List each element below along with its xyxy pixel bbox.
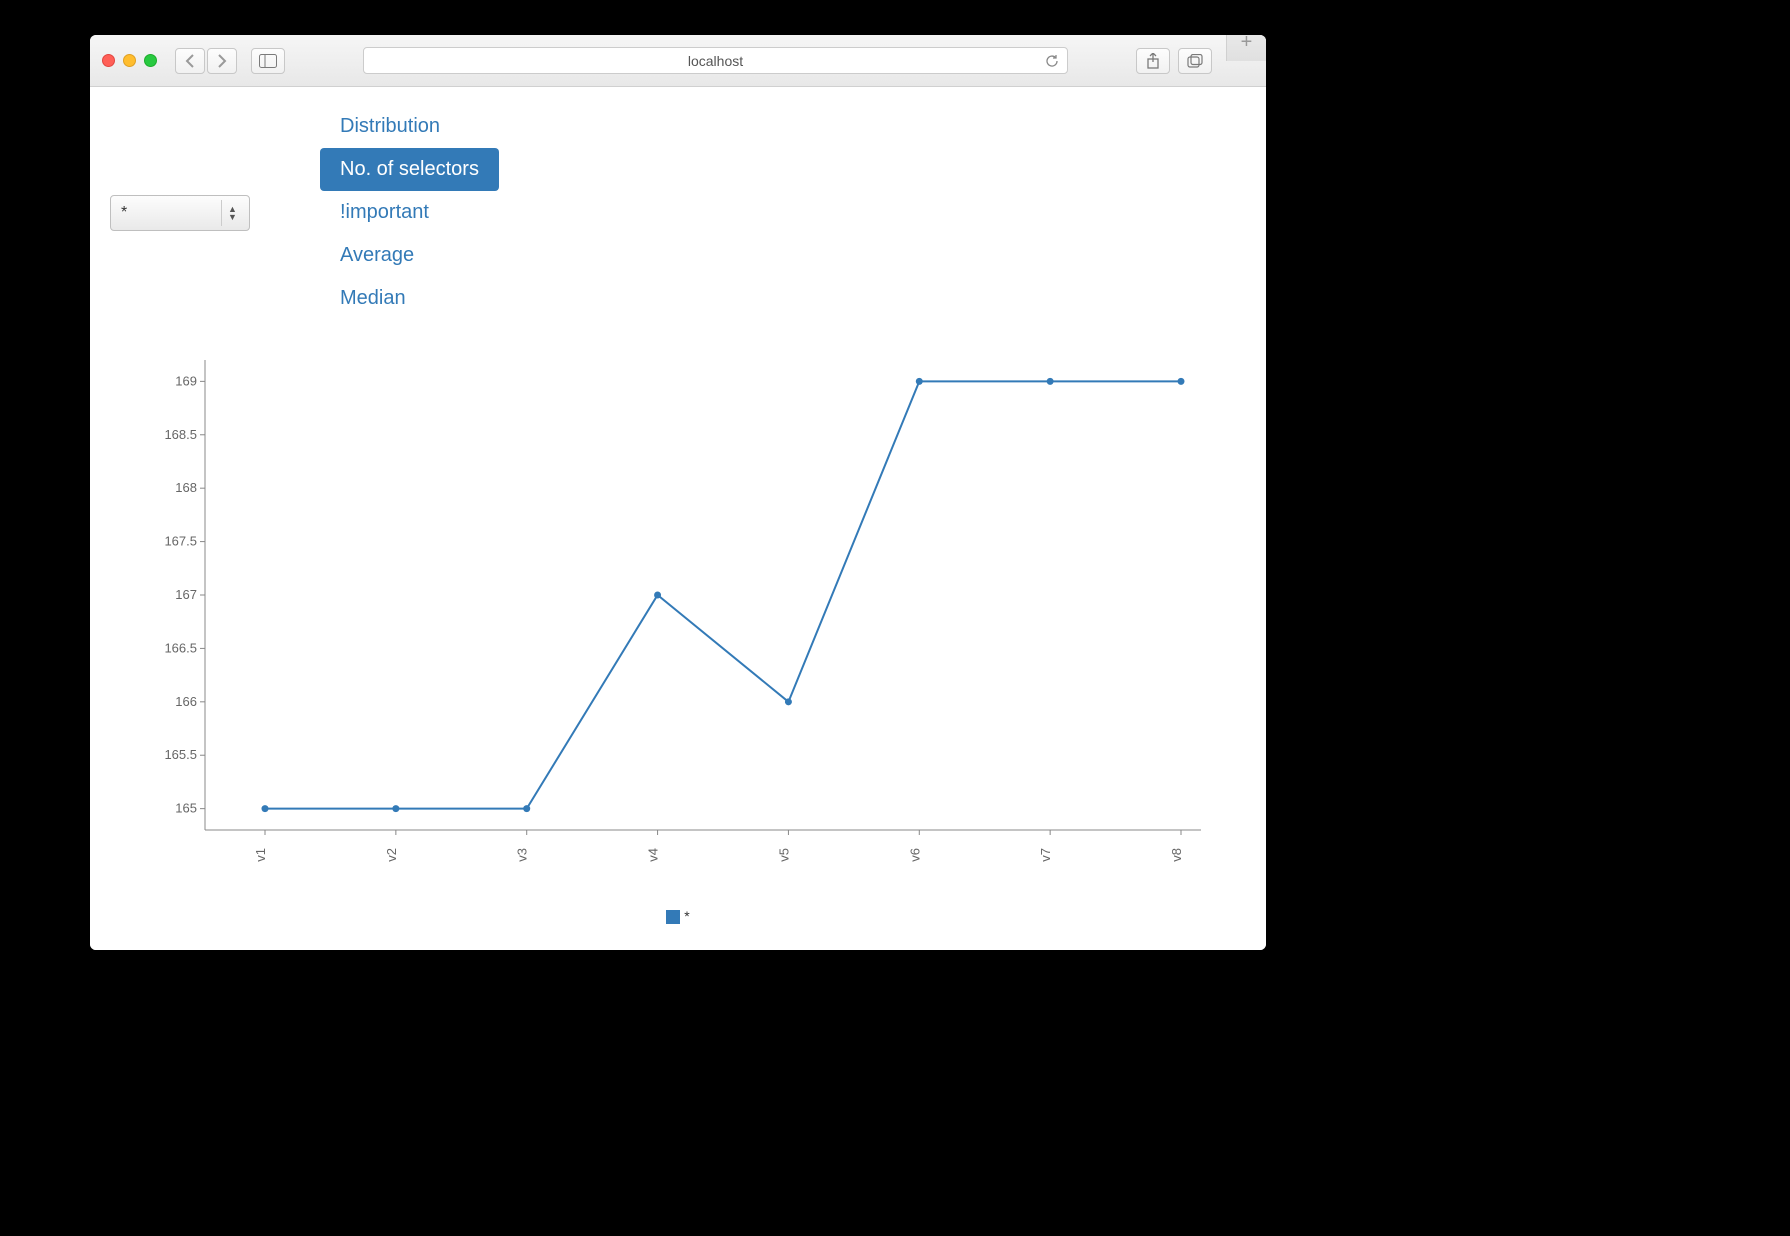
svg-text:v3: v3 [515,848,530,862]
svg-text:165: 165 [175,801,197,816]
reload-button[interactable] [1045,54,1059,68]
dropdown-caret-icon: ▲▼ [221,200,243,226]
tabs-icon [1187,54,1203,68]
sidebar-icon [259,54,277,68]
controls-bar: * ▲▼ DistributionNo. of selectors!import… [110,105,1246,320]
close-icon[interactable] [102,54,115,67]
chevron-right-icon [217,54,227,68]
back-button[interactable] [175,48,205,74]
tab-median[interactable]: Median [320,277,499,320]
tab-no-of-selectors[interactable]: No. of selectors [320,148,499,191]
nav-buttons [175,48,237,74]
toolbar-right [1136,48,1212,74]
svg-text:v1: v1 [253,848,268,862]
svg-text:166.5: 166.5 [164,640,197,655]
line-chart-svg: 165 165.5 166 166.5 167 167.5 168 168.5 169 v1 v2 v… [135,350,1221,890]
legend-color-icon [666,910,680,924]
selector-dropdown[interactable]: * ▲▼ [110,195,250,231]
chart: 165 165.5 166 166.5 167 167.5 168 168.5 169 v1 v2 v… [135,350,1221,920]
new-tab-button[interactable]: + [1226,35,1266,61]
tabs: DistributionNo. of selectors!importantAv… [320,105,505,320]
window-controls [102,54,157,67]
svg-text:v5: v5 [776,848,791,862]
svg-text:168.5: 168.5 [164,427,197,442]
svg-text:169: 169 [175,373,197,388]
svg-text:167: 167 [175,587,197,602]
tab-distribution[interactable]: Distribution [320,105,499,148]
legend-label: * [684,908,689,924]
share-button[interactable] [1136,48,1170,74]
svg-text:v2: v2 [384,848,399,862]
sidebar-button[interactable] [251,48,285,74]
svg-text:v4: v4 [646,848,661,862]
zoom-icon[interactable] [144,54,157,67]
browser-window: localhost + [90,35,1266,950]
minimize-icon[interactable] [123,54,136,67]
address-text: localhost [688,53,743,69]
svg-text:v7: v7 [1038,848,1053,862]
svg-text:v8: v8 [1169,848,1184,862]
address-bar[interactable]: localhost [363,47,1068,74]
tab-average[interactable]: Average [320,234,499,277]
selector-value: * [121,204,127,222]
tab--important[interactable]: !important [320,191,499,234]
svg-text:165.5: 165.5 [164,747,197,762]
tabs-button[interactable] [1178,48,1212,74]
svg-text:v6: v6 [907,848,922,862]
svg-text:166: 166 [175,694,197,709]
titlebar: localhost + [90,35,1266,87]
share-icon [1146,53,1160,69]
legend: * [135,908,1221,924]
chevron-left-icon [185,54,195,68]
svg-text:168: 168 [175,480,197,495]
page-content: * ▲▼ DistributionNo. of selectors!import… [90,87,1266,950]
forward-button[interactable] [207,48,237,74]
plus-icon: + [1241,35,1253,54]
reload-icon [1045,54,1059,68]
svg-text:167.5: 167.5 [164,534,197,549]
